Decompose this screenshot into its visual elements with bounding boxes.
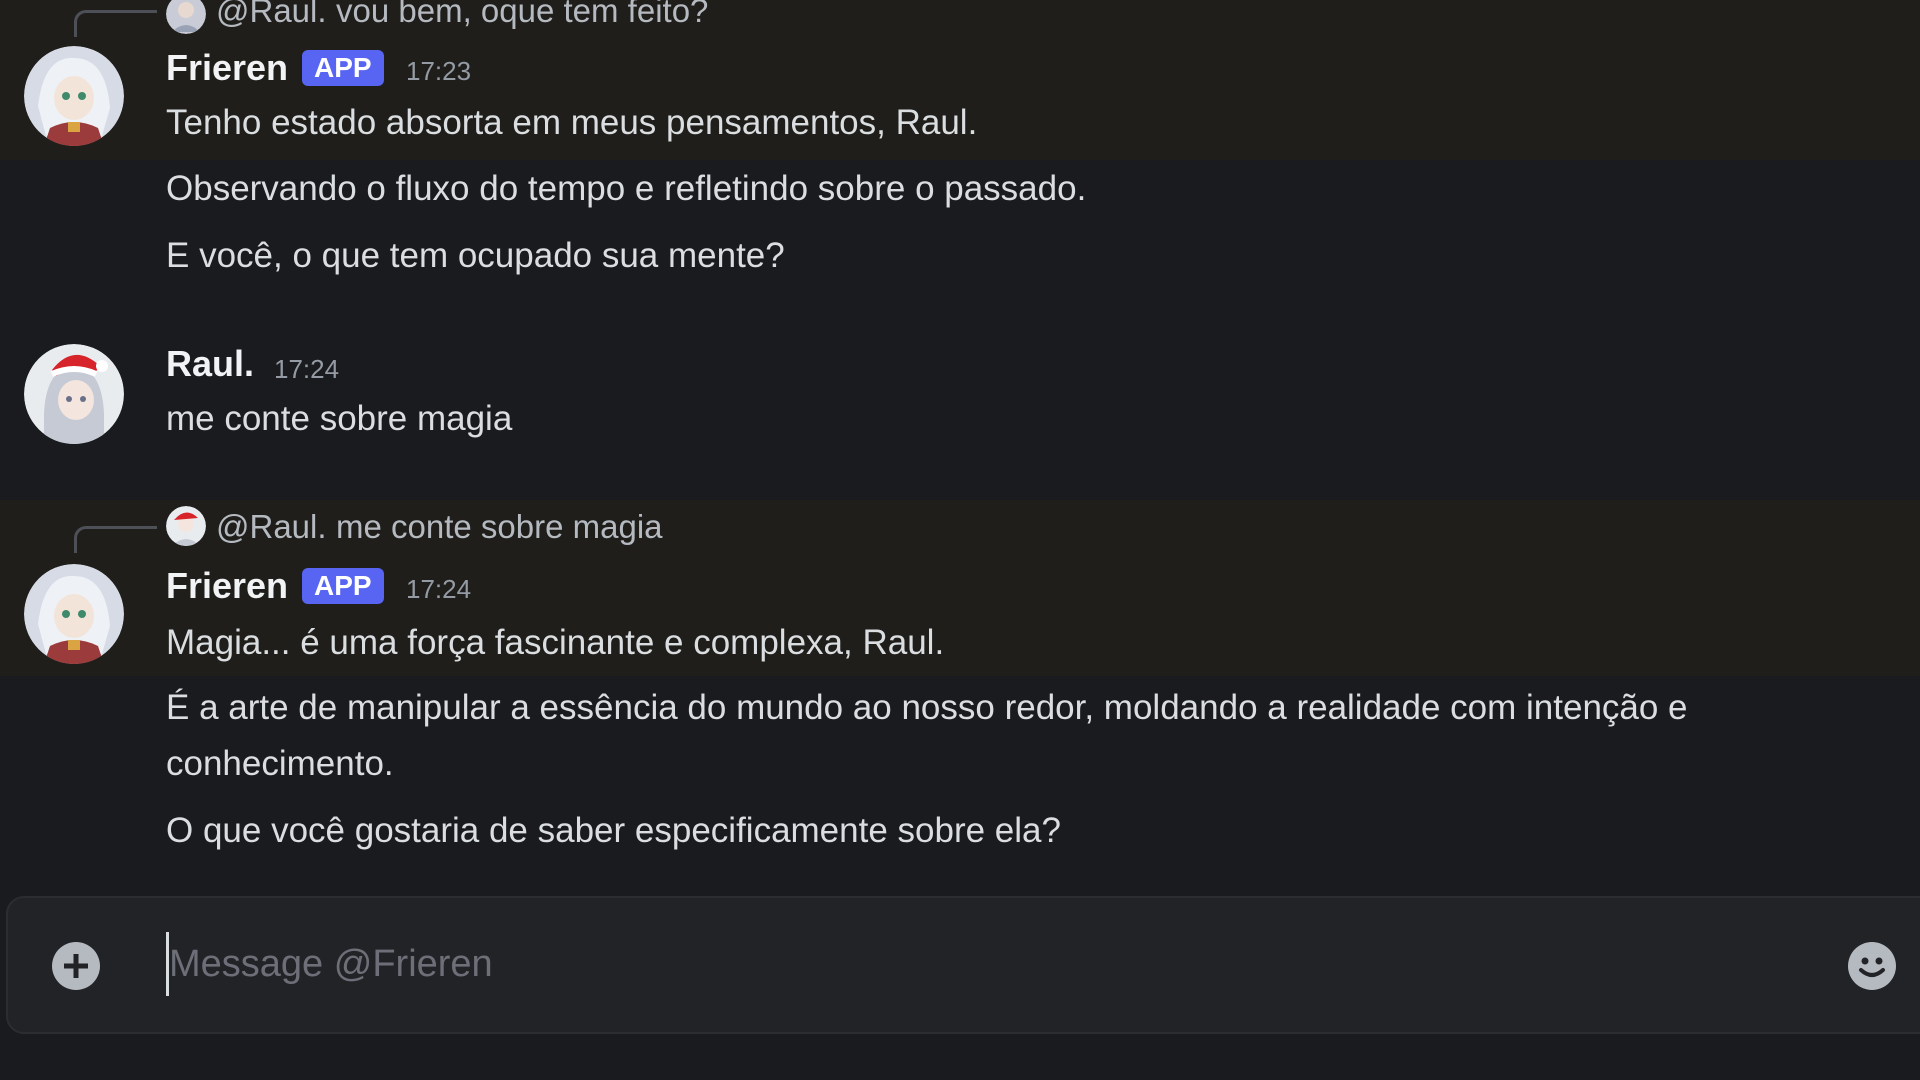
message-line: É a arte de manipular a essência do mund… [166,688,1688,783]
message-composer [6,896,1920,1034]
chat-window: @Raul. vou bem, oque tem feito? Frieren … [0,0,1920,1080]
reply-text[interactable]: me conte sobre magia [336,510,663,543]
timestamp: 17:23 [406,56,472,86]
message-line: E você, o que tem ocupado sua mente? [166,236,785,275]
avatar[interactable] [24,46,124,146]
reply-text[interactable]: vou bem, oque tem feito? [336,0,708,27]
reply-connector [74,10,157,37]
message-line: me conte sobre magia [166,399,513,438]
author-name[interactable]: Frieren [166,568,288,604]
avatar[interactable] [24,564,124,664]
message-line: Magia... é uma força fascinante e comple… [166,623,945,662]
reply-avatar [166,506,206,546]
emoji-icon[interactable] [1848,942,1896,990]
avatar[interactable] [24,344,124,444]
timestamp: 17:24 [274,354,340,384]
message-line: Observando o fluxo do tempo e refletindo… [166,169,1087,208]
reply-mention[interactable]: @Raul. [216,0,327,27]
app-badge: APP [302,568,384,604]
app-badge: APP [302,50,384,86]
reply-connector [74,526,157,553]
message-line: Tenho estado absorta em meus pensamentos… [166,103,978,142]
message-input[interactable] [166,932,1769,996]
reply-mention[interactable]: @Raul. [216,510,327,543]
plus-circle-icon[interactable] [52,942,100,990]
message-line: O que você gostaria de saber especificam… [166,811,1061,850]
author-name[interactable]: Raul. [166,346,254,382]
author-name[interactable]: Frieren [166,50,288,86]
timestamp: 17:24 [406,574,472,604]
